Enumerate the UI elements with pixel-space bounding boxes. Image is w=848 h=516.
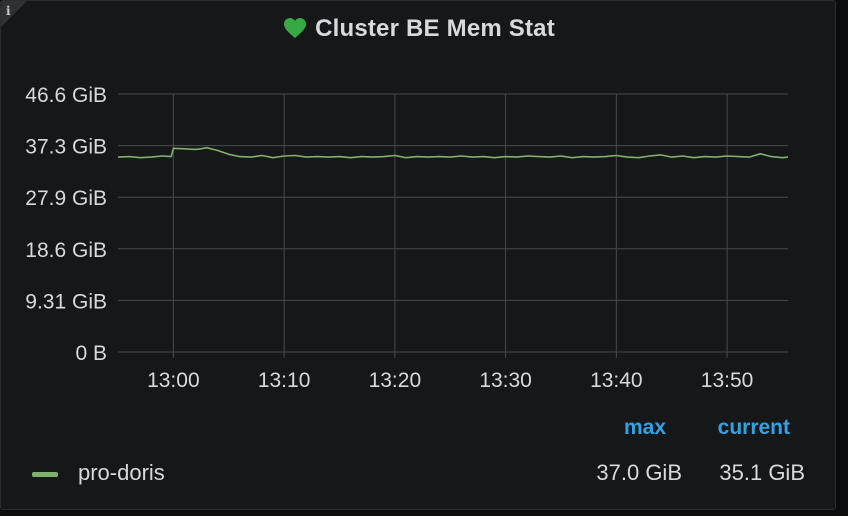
x-tick-label: 13:10	[258, 369, 311, 392]
legend-series-name[interactable]: pro-doris	[78, 460, 165, 486]
y-tick-label: 9.31 GiB	[25, 290, 107, 313]
x-tick-label: 13:20	[369, 369, 422, 392]
y-tick-label: 27.9 GiB	[25, 187, 107, 210]
x-tick-label: 13:50	[701, 369, 754, 392]
legend-value-max: 37.0 GiB	[596, 460, 682, 485]
chart-grid	[118, 93, 788, 358]
y-tick-label: 46.6 GiB	[25, 84, 107, 107]
chart-series	[117, 146, 789, 159]
legend-swatch[interactable]	[32, 472, 58, 477]
x-tick-label: 13:30	[479, 369, 532, 392]
y-axis-ticks: 0 B 9.31 GiB 18.6 GiB 27.9 GiB 37.3 GiB 46.6 …	[25, 84, 107, 365]
y-tick-label: 37.3 GiB	[25, 136, 107, 159]
legend-header-current[interactable]: current	[718, 416, 790, 440]
x-tick-label: 13:40	[590, 369, 643, 392]
x-axis-ticks: 13:00 13:10 13:20 13:30 13:40 13:50	[147, 369, 753, 392]
legend-header-max[interactable]: max	[624, 416, 666, 440]
legend-value-current: 35.1 GiB	[719, 460, 805, 485]
series-line-pro-doris	[117, 146, 789, 159]
x-tick-label: 13:00	[147, 369, 200, 392]
y-tick-label: 18.6 GiB	[25, 239, 107, 262]
y-tick-label: 0 B	[75, 342, 107, 365]
